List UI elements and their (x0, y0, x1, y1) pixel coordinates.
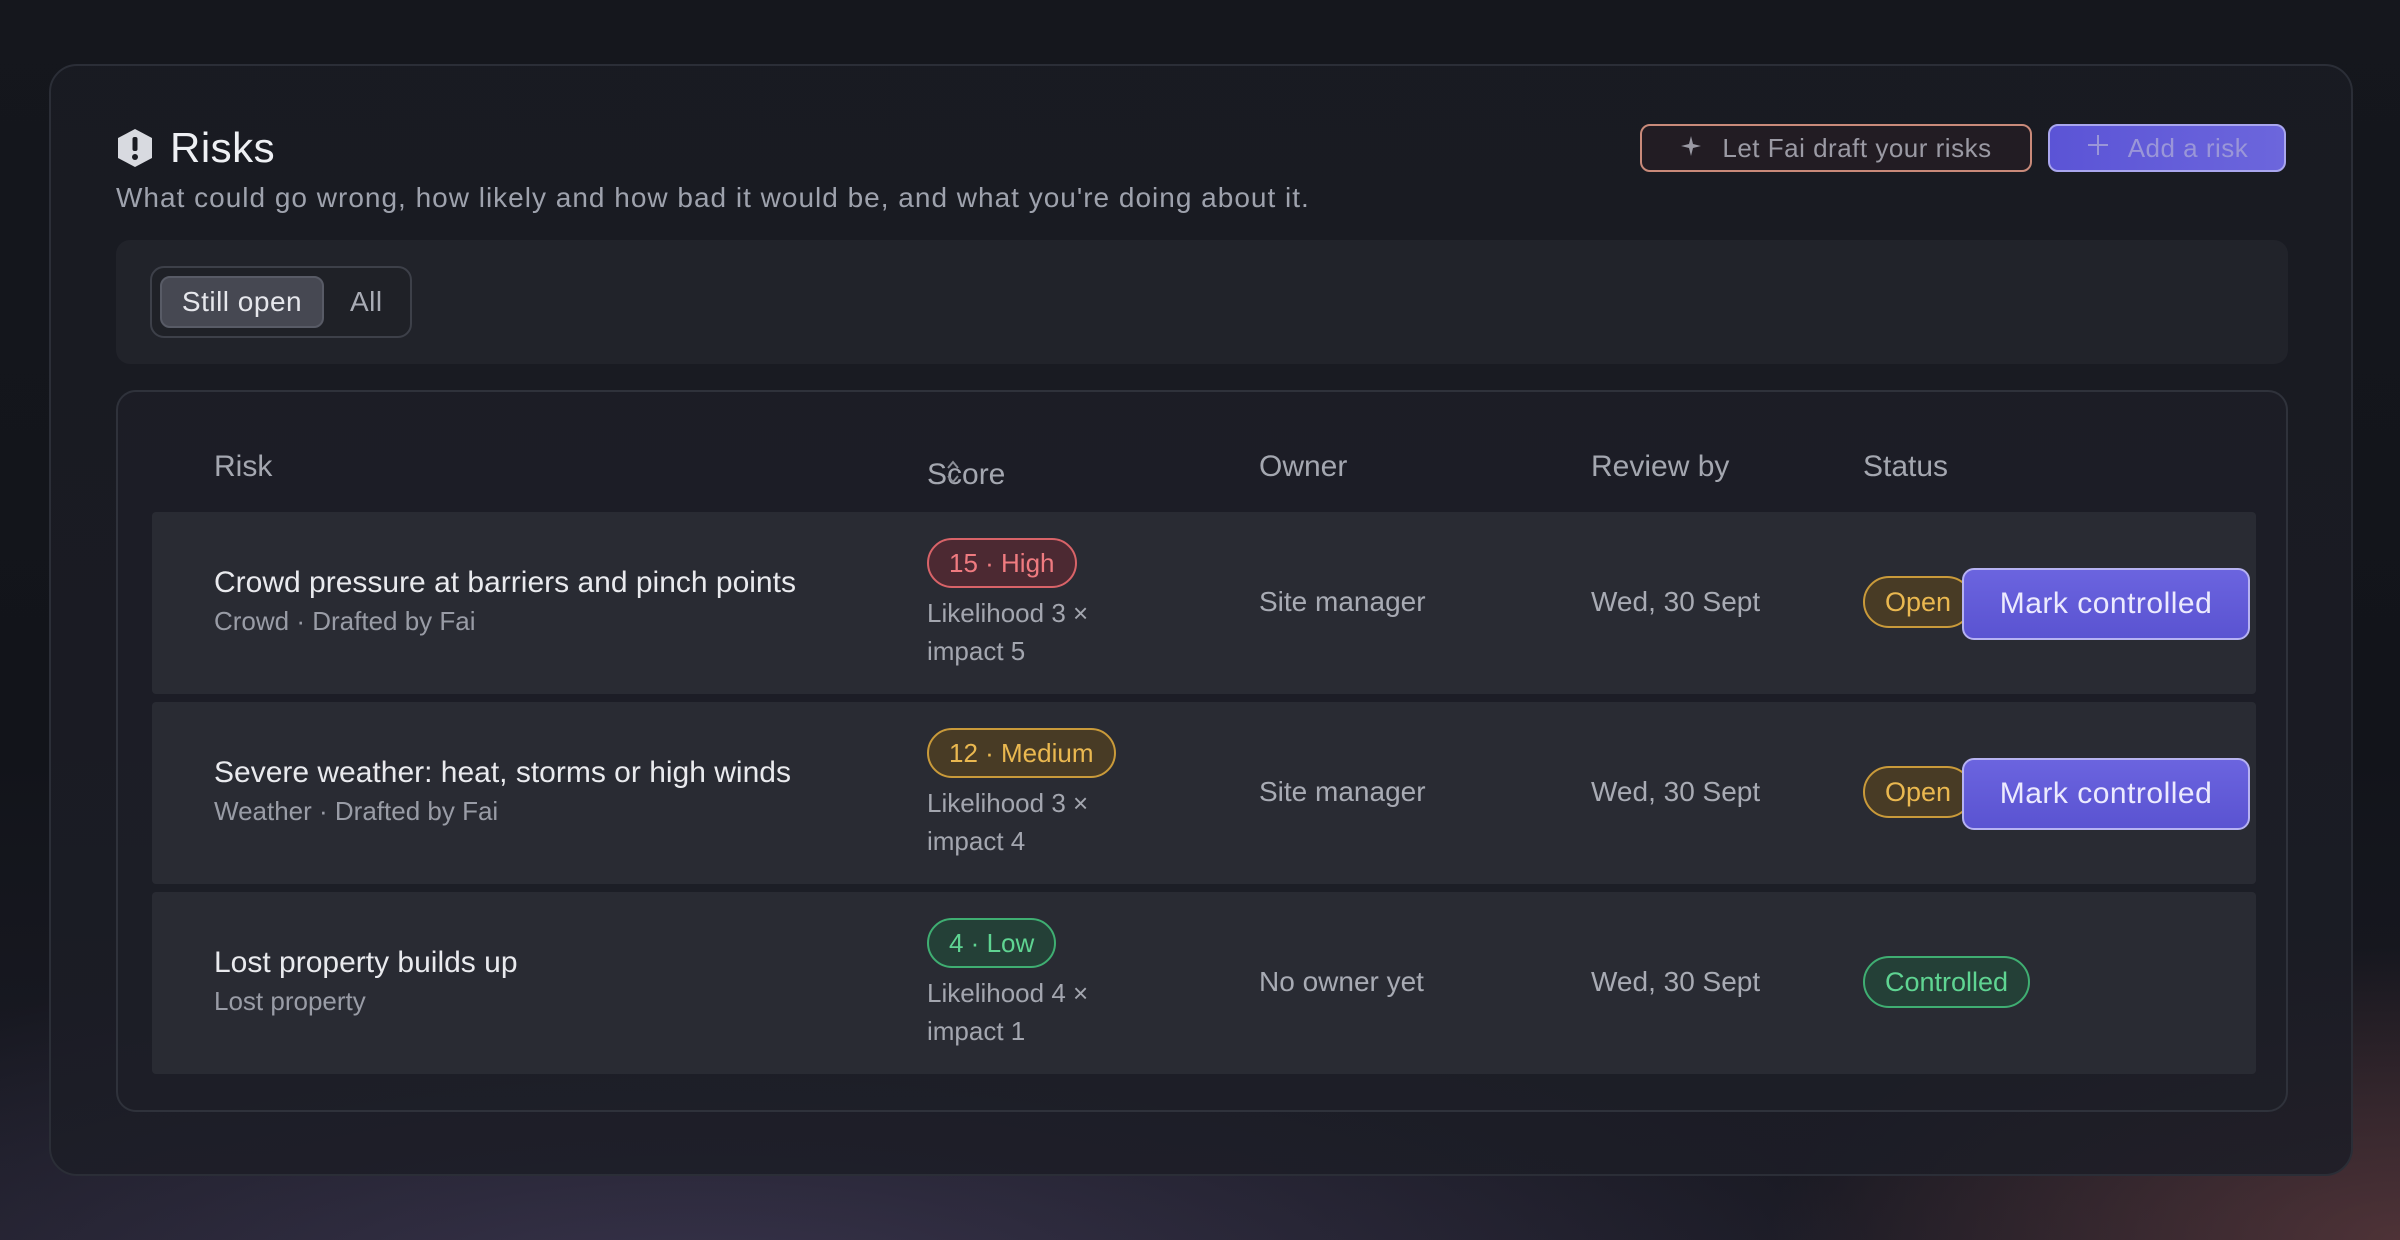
risk-cell: Crowd pressure at barriers and pinch poi… (214, 566, 796, 637)
review-date: Wed, 30 Sept (1591, 586, 1761, 617)
risk-meta: Weather · Drafted by Fai (214, 796, 499, 826)
page-title: Risks (170, 124, 276, 171)
plus-icon (2086, 133, 2110, 164)
score-badge: 12 · Medium (927, 728, 1116, 778)
score-cell: 15 · High Likelihood 3 × impact 5 (927, 538, 1088, 670)
page-subtitle: What could go wrong, how likely and how … (116, 182, 1310, 213)
score-badge: 4 · Low (927, 918, 1057, 968)
risk-meta: Lost property (214, 986, 366, 1016)
status-badge: Open (1863, 766, 1974, 818)
owner-cell: Site manager (1259, 586, 1426, 617)
col-score-label: Score (927, 458, 1006, 491)
filter-bar: Still open All (116, 240, 2288, 364)
review-date: Wed, 30 Sept (1591, 776, 1761, 807)
filter-all[interactable]: All (334, 276, 399, 328)
mark-controlled-button[interactable]: Mark controlled (1962, 758, 2250, 830)
score-calc-line: impact 1 (927, 1016, 1026, 1046)
sparkle-icon (1680, 133, 1702, 164)
add-risk-button[interactable]: Add a risk (2048, 124, 2286, 172)
col-owner[interactable]: Owner (1259, 450, 1347, 484)
header-actions: Let Fai draft your risks Add a risk (1640, 124, 2286, 172)
sort-icon[interactable] (945, 458, 961, 494)
risks-card: Risks What could go wrong, how likely an… (49, 64, 2353, 1176)
score-cell: 4 · Low Likelihood 4 × impact 1 (927, 918, 1088, 1050)
filter-still-open[interactable]: Still open (160, 276, 324, 328)
risks-table: Risk Score Owner Review by Status Crowd … (116, 390, 2288, 1112)
fai-draft-button[interactable]: Let Fai draft your risks (1640, 124, 2032, 172)
risk-name: Crowd pressure at barriers and pinch poi… (214, 566, 796, 599)
risk-cell: Severe weather: heat, storms or high win… (214, 756, 791, 827)
fai-draft-label: Let Fai draft your risks (1722, 132, 1992, 163)
status-cell: Open (1863, 576, 1974, 628)
table-row[interactable]: Crowd pressure at barriers and pinch poi… (152, 512, 2256, 694)
score-calc-line: Likelihood 4 × (927, 978, 1089, 1008)
score-calc-line: impact 4 (927, 826, 1026, 856)
shield-alert-icon (116, 128, 154, 168)
risk-name: Severe weather: heat, storms or high win… (214, 756, 791, 789)
risk-name: Lost property builds up (214, 946, 518, 979)
add-risk-label: Add a risk (2127, 132, 2249, 163)
status-badge: Controlled (1863, 956, 2031, 1008)
risk-meta: Crowd · Drafted by Fai (214, 606, 476, 636)
mark-controlled-button[interactable]: Mark controlled (1962, 568, 2250, 640)
owner-cell: No owner yet (1259, 966, 1424, 997)
score-badge: 15 · High (927, 538, 1077, 588)
risks-header: Risks What could go wrong, how likely an… (116, 124, 2286, 244)
score-calc: Likelihood 4 × impact 1 (927, 974, 1088, 1050)
score-cell: 12 · Medium Likelihood 3 × impact 4 (927, 728, 1116, 860)
col-risk[interactable]: Risk (214, 450, 272, 484)
score-calc-line: impact 5 (927, 636, 1026, 666)
score-calc-line: Likelihood 3 × (927, 788, 1089, 818)
table-row[interactable]: Severe weather: heat, storms or high win… (152, 702, 2256, 884)
status-badge: Open (1863, 576, 1974, 628)
col-review[interactable]: Review by (1591, 450, 1729, 484)
status-cell: Controlled (1863, 956, 2031, 1008)
review-date: Wed, 30 Sept (1591, 966, 1761, 997)
status-filter-segment: Still open All (150, 266, 412, 338)
status-cell: Open (1863, 766, 1974, 818)
score-calc: Likelihood 3 × impact 4 (927, 784, 1116, 860)
col-status[interactable]: Status (1863, 450, 1948, 484)
owner-cell: Site manager (1259, 776, 1426, 807)
risk-cell: Lost property builds up Lost property (214, 946, 518, 1017)
table-header: Risk Score Owner Review by Status (152, 442, 2252, 492)
table-row[interactable]: Lost property builds up Lost property 4 … (152, 892, 2256, 1074)
score-calc-line: Likelihood 3 × (927, 598, 1089, 628)
score-calc: Likelihood 3 × impact 5 (927, 594, 1088, 670)
